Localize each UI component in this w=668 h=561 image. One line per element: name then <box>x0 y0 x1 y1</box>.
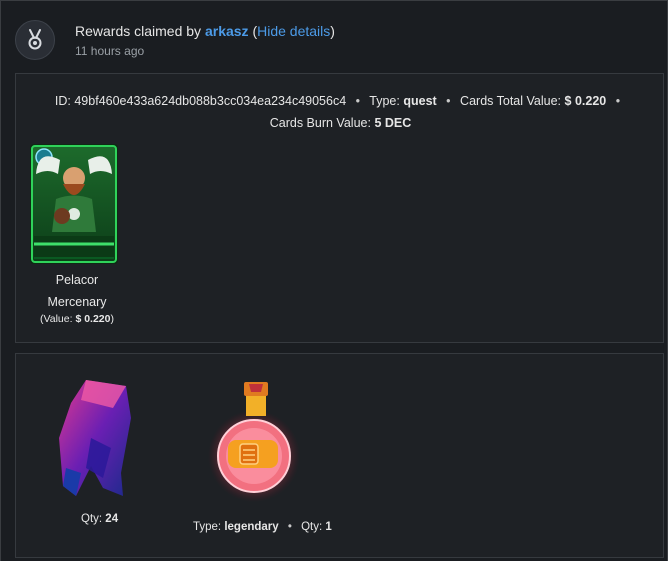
potion-type-label: Type: <box>193 521 222 533</box>
cards-burn-label: Cards Burn Value: <box>269 116 371 130</box>
cards-total-value: $ 0.220 <box>564 94 607 108</box>
cards-burn-value: 5 DEC <box>374 116 412 130</box>
title-prefix: Rewards claimed by <box>75 23 202 39</box>
type-label: Type: <box>369 94 400 108</box>
card-name-line1: Pelacor <box>55 273 99 287</box>
left-border <box>0 0 1 561</box>
paren-close: ) <box>330 23 335 39</box>
crystal-qty-label: Qty: <box>81 513 103 525</box>
top-border <box>0 0 668 1</box>
card-value: (Value: $ 0.220) <box>30 313 124 325</box>
id-label: ID: <box>54 94 71 108</box>
card-name-line2: Mercenary <box>47 295 107 309</box>
legendary-potion-icon <box>206 378 306 508</box>
card-value-prefix: (Value: <box>40 313 73 325</box>
reward-header: Rewards claimed by arkasz (Hide details)… <box>15 20 655 65</box>
type-value: quest <box>403 94 437 108</box>
reward-details: ID: 49bf460e433a624db088b3cc034ea234c490… <box>54 94 621 130</box>
hide-details-link[interactable]: Hide details <box>257 23 330 39</box>
potion-qty-label: Qty: <box>301 521 323 533</box>
energy-crystal-icon <box>51 378 151 508</box>
card-item[interactable]: Pelacor Mercenary (Value: $ 0.220) <box>30 144 124 325</box>
card-value-amount: $ 0.220 <box>75 313 111 325</box>
crystal-quantity: Qty: 24 <box>81 513 118 525</box>
id-value: 49bf460e433a624db088b3cc034ea234c49056c4 <box>74 94 347 108</box>
card-value-suffix: ) <box>110 313 114 325</box>
card-name: Pelacor Mercenary <box>30 269 124 313</box>
cards-total-label: Cards Total Value: <box>460 94 562 108</box>
crystal-qty-value: 24 <box>105 513 119 525</box>
potion-info: Type: legendary • Qty: 1 <box>193 521 332 533</box>
reward-title: Rewards claimed by arkasz (Hide details) <box>75 23 335 39</box>
timestamp: 11 hours ago <box>75 44 145 58</box>
potion-type-value: legendary <box>224 521 279 533</box>
username-link[interactable]: arkasz <box>205 23 249 39</box>
card-image[interactable] <box>30 144 118 264</box>
item-rewards-panel: Qty: 24 Type: legendary • Qty: 1 <box>15 353 664 558</box>
card-rewards-panel: ID: 49bf460e433a624db088b3cc034ea234c490… <box>15 73 664 343</box>
potion-qty-value: 1 <box>325 521 332 533</box>
medal-icon <box>15 20 55 60</box>
